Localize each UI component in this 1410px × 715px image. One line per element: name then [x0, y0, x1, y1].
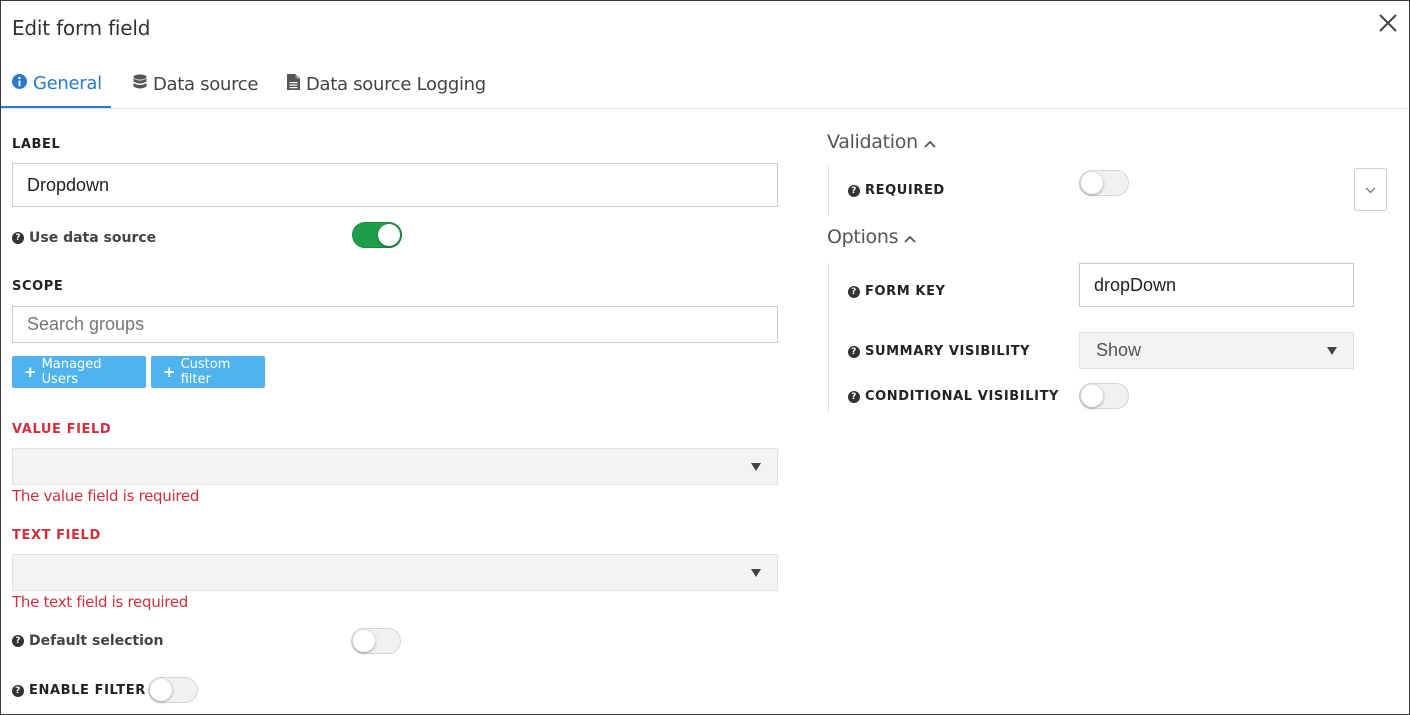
info-circle-icon [12, 73, 27, 94]
tab-label: General [33, 73, 102, 94]
options-divider [828, 263, 829, 413]
custom-filter-button[interactable]: + Custom filter [151, 356, 265, 388]
label-heading: LABEL [12, 137, 61, 152]
conditional-visibility-row: ? CONDITIONAL VISIBILITY [848, 389, 1059, 404]
validation-section-header[interactable]: Validation [827, 131, 936, 153]
toggle-knob [1081, 172, 1103, 194]
question-icon: ? [12, 635, 24, 647]
dialog-title: Edit form field [12, 16, 151, 40]
document-icon [287, 73, 300, 95]
summary-visibility-value: Show [1096, 340, 1142, 360]
default-selection-row: ? Default selection [12, 633, 163, 649]
plus-icon: + [163, 362, 176, 381]
close-icon[interactable] [1377, 12, 1399, 34]
use-data-source-label: Use data source [29, 230, 157, 246]
summary-visibility-label: SUMMARY VISIBILITY [865, 344, 1031, 359]
question-icon: ? [12, 232, 24, 244]
summary-visibility-row: ? SUMMARY VISIBILITY [848, 344, 1030, 359]
value-field-heading: VALUE FIELD [12, 422, 112, 437]
value-field-select[interactable] [12, 448, 778, 485]
text-field-error: The text field is required [12, 593, 188, 611]
options-section-header[interactable]: Options [827, 226, 916, 248]
summary-visibility-select[interactable]: Show [1079, 332, 1354, 369]
scope-heading: SCOPE [12, 279, 64, 294]
required-row: ? REQUIRED [848, 183, 945, 198]
validation-heading: Validation [827, 131, 918, 153]
text-field-heading: TEXT FIELD [12, 528, 101, 543]
label-input[interactable]: Dropdown [12, 163, 778, 207]
form-key-input[interactable]: dropDown [1079, 263, 1354, 307]
enable-filter-toggle[interactable] [148, 677, 198, 703]
required-toggle[interactable] [1079, 170, 1129, 196]
question-icon: ? [848, 184, 860, 197]
conditional-visibility-label: CONDITIONAL VISIBILITY [865, 389, 1060, 404]
question-icon: ? [12, 684, 24, 697]
edit-form-field-dialog: Edit form field General Data source Data… [0, 0, 1410, 715]
custom-filter-label: Custom filter [180, 357, 231, 387]
chevron-up-icon [904, 226, 916, 248]
database-icon [133, 73, 147, 95]
expand-validation-button[interactable] [1354, 168, 1387, 211]
caret-down-icon [751, 462, 761, 471]
question-icon: ? [848, 345, 860, 358]
tab-data-source-logging[interactable]: Data source Logging [287, 61, 486, 107]
chevron-down-icon [1365, 181, 1376, 199]
managed-users-button[interactable]: + Managed Users [12, 356, 146, 388]
use-data-source-toggle[interactable] [352, 222, 402, 248]
tab-label: Data source [153, 73, 259, 95]
question-icon: ? [848, 390, 860, 403]
tab-data-source[interactable]: Data source [133, 61, 258, 107]
toggle-knob [353, 630, 375, 652]
caret-down-icon [751, 568, 761, 577]
enable-filter-row: ? ENABLE FILTER [12, 683, 146, 698]
value-field-error: The value field is required [12, 487, 200, 505]
enable-filter-label: ENABLE FILTER [29, 683, 146, 698]
use-data-source-row: ? Use data source [12, 230, 156, 246]
form-key-row: ? FORM KEY [848, 284, 946, 299]
toggle-knob [378, 224, 400, 246]
default-selection-toggle[interactable] [351, 628, 401, 654]
default-selection-label: Default selection [29, 633, 164, 649]
toggle-knob [150, 679, 172, 701]
chevron-up-icon [924, 131, 936, 153]
tab-bar: General Data source Data source Logging [1, 61, 1409, 109]
plus-icon: + [24, 362, 37, 381]
text-field-select[interactable] [12, 554, 778, 591]
conditional-visibility-toggle[interactable] [1079, 383, 1129, 409]
toggle-knob [1081, 385, 1103, 407]
managed-users-label: Managed Users [41, 357, 102, 387]
options-heading: Options [827, 226, 899, 248]
tab-label: Data source Logging [306, 73, 486, 95]
search-groups-input[interactable]: Search groups [12, 306, 778, 343]
question-icon: ? [848, 285, 860, 298]
tab-general[interactable]: General [1, 61, 111, 108]
validation-divider [828, 166, 829, 216]
caret-down-icon [1327, 346, 1337, 355]
form-key-label: FORM KEY [865, 284, 946, 299]
required-label: REQUIRED [865, 183, 945, 198]
